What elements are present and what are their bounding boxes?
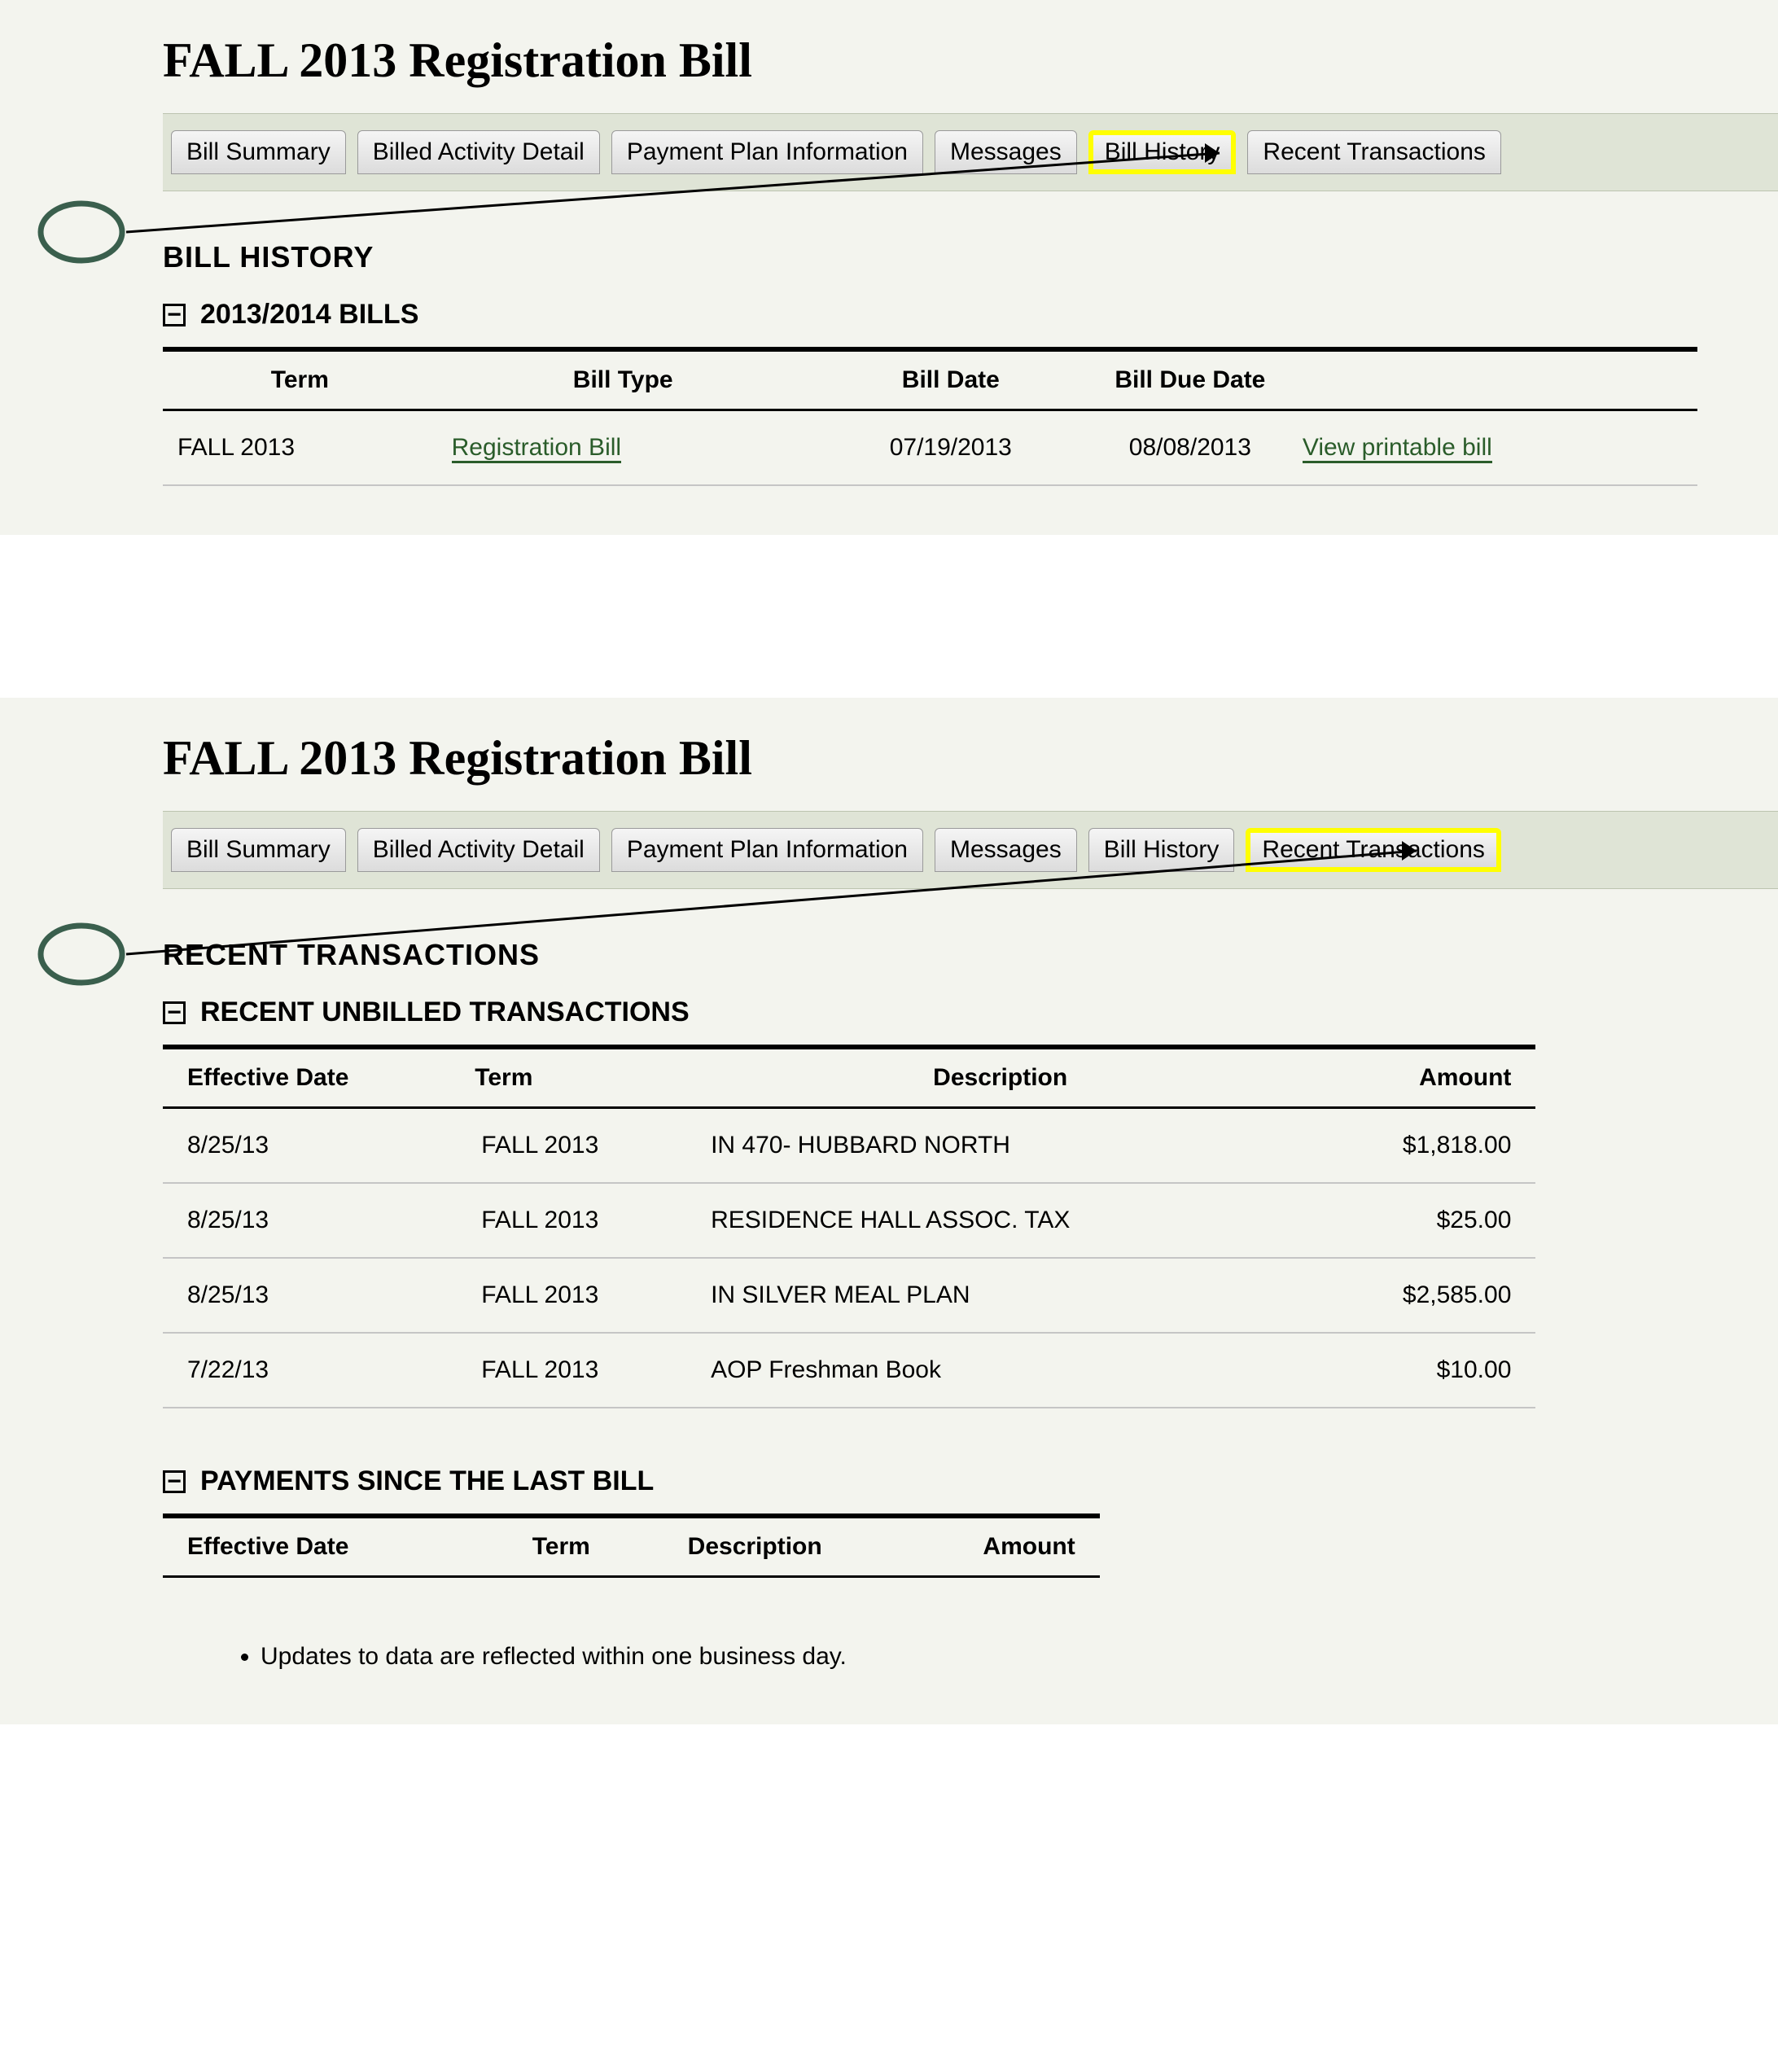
table-row: FALL 2013 Registration Bill 07/19/2013 0…	[163, 410, 1697, 486]
cell-desc: IN SILVER MEAL PLAN	[696, 1258, 1304, 1333]
tab-payment-plan-information[interactable]: Payment Plan Information	[611, 130, 923, 174]
table-row: 8/25/13 FALL 2013 IN 470- HUBBARD NORTH …	[163, 1108, 1535, 1184]
tab-bill-summary[interactable]: Bill Summary	[171, 828, 346, 872]
table-row: 8/25/13 FALL 2013 IN SILVER MEAL PLAN $2…	[163, 1258, 1535, 1333]
payments-label: PAYMENTS SINCE THE LAST BILL	[200, 1465, 654, 1497]
cell-term: FALL 2013	[163, 410, 437, 486]
cell-amount: $25.00	[1304, 1183, 1535, 1258]
cell-desc: RESIDENCE HALL ASSOC. TAX	[696, 1183, 1304, 1258]
col-eff-date: Effective Date	[163, 1047, 466, 1108]
tab-messages[interactable]: Messages	[935, 130, 1077, 174]
col-term: Term	[163, 349, 437, 410]
collapse-icon[interactable]: −	[163, 1470, 186, 1493]
tab-bill-history[interactable]: Bill History	[1088, 828, 1235, 872]
col-term: Term	[466, 1047, 696, 1108]
cell-term: FALL 2013	[466, 1183, 696, 1258]
unbilled-transactions-table: Effective Date Term Description Amount 8…	[163, 1045, 1535, 1408]
tab-messages[interactable]: Messages	[935, 828, 1077, 872]
tab-recent-transactions[interactable]: Recent Transactions	[1247, 130, 1500, 174]
page-title: FALL 2013 Registration Bill	[163, 730, 1778, 786]
col-bill-due-date: Bill Due Date	[1093, 349, 1288, 410]
cell-desc: AOP Freshman Book	[696, 1333, 1304, 1408]
cell-date: 8/25/13	[163, 1258, 466, 1333]
cell-term: FALL 2013	[466, 1108, 696, 1184]
cell-date: 8/25/13	[163, 1183, 466, 1258]
tab-billed-activity-detail[interactable]: Billed Activity Detail	[357, 828, 600, 872]
view-printable-bill-link[interactable]: View printable bill	[1303, 434, 1492, 463]
bill-history-heading: BILL HISTORY	[163, 240, 1778, 274]
notes-list: Updates to data are reflected within one…	[228, 1643, 1778, 1671]
col-bill-type: Bill Type	[437, 349, 809, 410]
tab-billed-activity-detail[interactable]: Billed Activity Detail	[357, 130, 600, 174]
table-row: 8/25/13 FALL 2013 RESIDENCE HALL ASSOC. …	[163, 1183, 1535, 1258]
payments-table: Effective Date Term Description Amount	[163, 1513, 1100, 1578]
tab-bill-history[interactable]: Bill History	[1088, 130, 1237, 174]
col-desc: Description	[625, 1516, 885, 1577]
col-term: Term	[497, 1516, 625, 1577]
cell-term: FALL 2013	[466, 1333, 696, 1408]
cell-amount: $1,818.00	[1304, 1108, 1535, 1184]
collapse-icon[interactable]: −	[163, 304, 186, 326]
cell-due-date: 08/08/2013	[1093, 410, 1288, 486]
cell-date: 7/22/13	[163, 1333, 466, 1408]
cell-desc: IN 470- HUBBARD NORTH	[696, 1108, 1304, 1184]
cell-date: 8/25/13	[163, 1108, 466, 1184]
note-item: Updates to data are reflected within one…	[261, 1643, 1778, 1671]
bill-group-label: 2013/2014 BILLS	[200, 299, 418, 331]
col-action	[1288, 349, 1697, 410]
page-title: FALL 2013 Registration Bill	[163, 33, 1778, 89]
col-eff-date: Effective Date	[163, 1516, 497, 1577]
cell-amount: $10.00	[1304, 1333, 1535, 1408]
col-amount: Amount	[1304, 1047, 1535, 1108]
tab-bar: Bill Summary Billed Activity Detail Paym…	[163, 113, 1778, 191]
cell-bill-date: 07/19/2013	[809, 410, 1093, 486]
unbilled-label: RECENT UNBILLED TRANSACTIONS	[200, 997, 690, 1028]
tab-recent-transactions[interactable]: Recent Transactions	[1246, 828, 1500, 872]
col-amount: Amount	[885, 1516, 1100, 1577]
cell-term: FALL 2013	[466, 1258, 696, 1333]
cell-amount: $2,585.00	[1304, 1258, 1535, 1333]
bill-history-table: Term Bill Type Bill Date Bill Due Date F…	[163, 347, 1697, 486]
collapse-icon[interactable]: −	[163, 1001, 186, 1024]
tab-payment-plan-information[interactable]: Payment Plan Information	[611, 828, 923, 872]
col-desc: Description	[696, 1047, 1304, 1108]
tab-bar: Bill Summary Billed Activity Detail Paym…	[163, 811, 1778, 889]
table-row: 7/22/13 FALL 2013 AOP Freshman Book $10.…	[163, 1333, 1535, 1408]
recent-transactions-heading: RECENT TRANSACTIONS	[163, 938, 1778, 972]
col-bill-date: Bill Date	[809, 349, 1093, 410]
bill-type-link[interactable]: Registration Bill	[452, 434, 621, 463]
tab-bill-summary[interactable]: Bill Summary	[171, 130, 346, 174]
